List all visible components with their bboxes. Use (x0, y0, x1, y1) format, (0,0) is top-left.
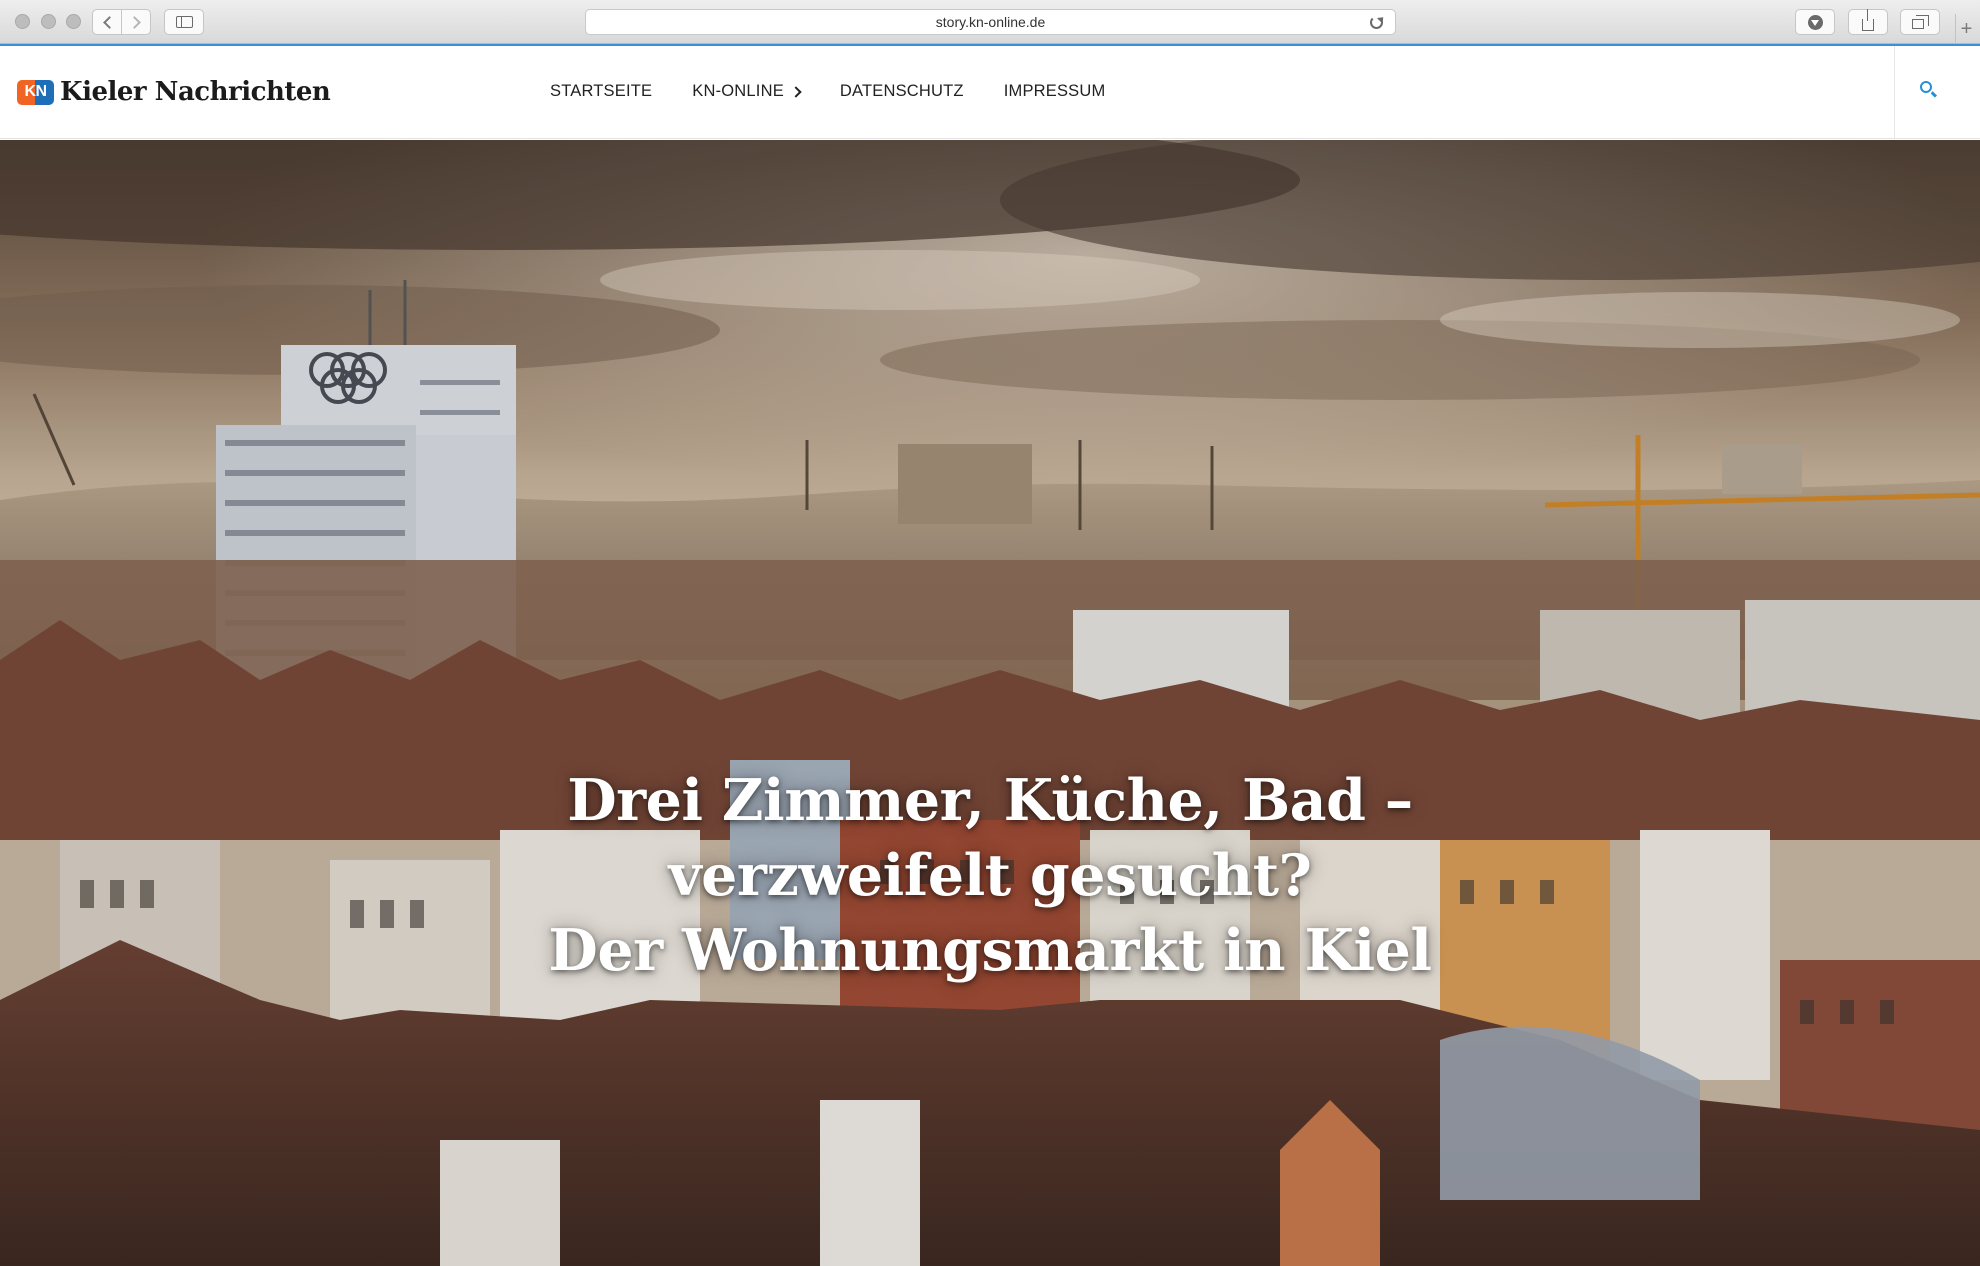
sidebar-icon (175, 16, 193, 28)
site-logo[interactable]: KN Kieler Nachrichten (17, 77, 331, 107)
window-zoom-button[interactable] (66, 14, 81, 29)
hero-banner: Drei Zimmer, Küche, Bad – verzweifelt ge… (0, 140, 1980, 1266)
search-button[interactable] (1912, 74, 1942, 104)
nav-item-label: STARTSEITE (550, 82, 653, 100)
reload-icon[interactable] (1370, 16, 1383, 29)
new-tab-button[interactable]: + (1955, 14, 1977, 44)
nav-item-label: IMPRESSUM (1003, 82, 1106, 100)
nav-item-kn-online[interactable]: KN-ONLINE (692, 82, 802, 101)
downloads-button[interactable] (1795, 9, 1835, 35)
tab-overview-button[interactable] (1900, 9, 1940, 35)
hero-headline: Drei Zimmer, Küche, Bad – verzweifelt ge… (0, 763, 1980, 988)
share-button[interactable] (1848, 8, 1888, 35)
logo-badge: KN (17, 79, 54, 105)
hero-headline-line: Drei Zimmer, Küche, Bad – (567, 767, 1413, 835)
nav-item-datenschutz[interactable]: DATENSCHUTZ (840, 82, 964, 101)
search-icon (1920, 81, 1932, 93)
window-minimize-button[interactable] (41, 14, 56, 29)
chevron-right-icon (127, 15, 141, 29)
chevron-right-icon (790, 85, 802, 98)
address-bar-url: story.kn-online.de (935, 14, 1046, 30)
nav-item-label: KN-ONLINE (692, 82, 784, 100)
tabs-icon (1912, 15, 1929, 29)
site-header: KN Kieler Nachrichten STARTSEITE KN-ONLI… (0, 46, 1980, 139)
hero-city-skyline-image (0, 140, 1980, 1266)
hero-headline-line: verzweifelt gesucht? (668, 842, 1312, 910)
share-icon (1862, 8, 1874, 31)
logo-wordmark: Kieler Nachrichten (60, 77, 331, 107)
hero-headline-line: Der Wohnungsmarkt in Kiel (548, 917, 1432, 985)
window-close-button[interactable] (15, 14, 30, 29)
sidebar-toggle-button[interactable] (164, 9, 204, 35)
main-navigation: STARTSEITE KN-ONLINE DATENSCHUTZ IMPRESS… (550, 82, 1145, 101)
history-nav (92, 9, 151, 35)
address-bar[interactable]: story.kn-online.de (585, 9, 1396, 35)
nav-item-impressum[interactable]: IMPRESSUM (1004, 82, 1106, 101)
chevron-left-icon (102, 15, 116, 29)
download-icon (1807, 14, 1823, 30)
forward-button[interactable] (121, 10, 150, 34)
header-divider (1894, 46, 1895, 138)
browser-toolbar: story.kn-online.de + (0, 0, 1980, 44)
nav-item-startseite[interactable]: STARTSEITE (550, 82, 652, 101)
nav-item-label: DATENSCHUTZ (839, 82, 964, 100)
back-button[interactable] (93, 10, 121, 34)
